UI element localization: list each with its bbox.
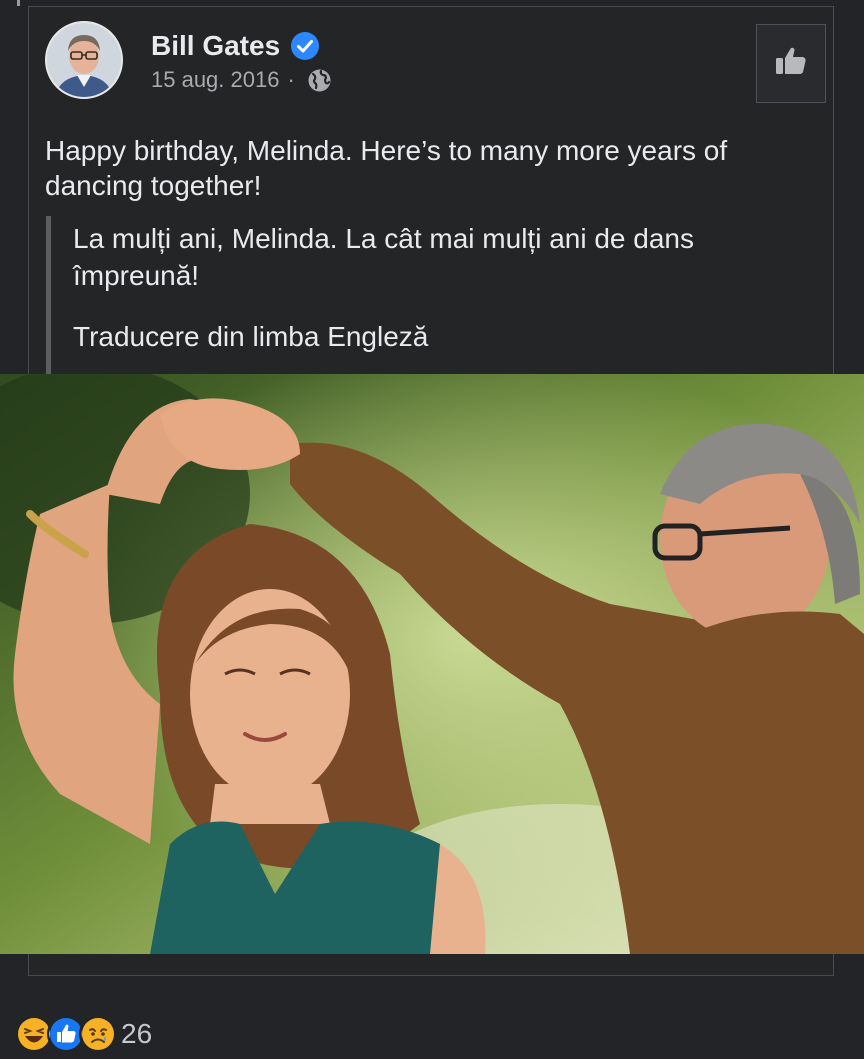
reaction-count[interactable]: 26 (121, 1018, 152, 1050)
post-text: Happy birthday, Melinda. Here’s to many … (45, 135, 728, 201)
post-meta: 15 aug. 2016 · (151, 67, 332, 93)
translation-quote-bar (46, 216, 51, 374)
reactions-bar[interactable]: 26 (15, 1015, 152, 1053)
author-name[interactable]: Bill Gates (151, 30, 280, 62)
verified-badge-icon (290, 31, 320, 61)
sad-icon (79, 1015, 117, 1053)
author-line: Bill Gates (151, 30, 320, 62)
thread-indicator (17, 0, 20, 6)
translation-text: La mulți ani, Melinda. La cât mai mulți … (73, 223, 694, 291)
translation-source[interactable]: Traducere din limba Engleză (73, 318, 428, 355)
globe-icon[interactable] (307, 68, 332, 93)
avatar[interactable] (45, 21, 123, 99)
post-photo[interactable] (0, 374, 864, 954)
thumbs-up-icon (773, 43, 809, 84)
meta-separator: · (287, 67, 295, 92)
like-button[interactable] (756, 24, 826, 103)
post-date[interactable]: 15 aug. 2016 (151, 67, 279, 93)
